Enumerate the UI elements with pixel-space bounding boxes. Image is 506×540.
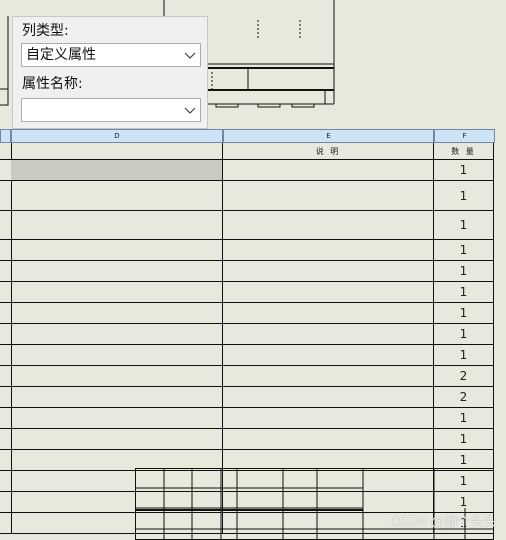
quantity-cell[interactable]: 1 — [434, 211, 494, 239]
table-cell[interactable] — [11, 240, 223, 260]
table-cell[interactable] — [11, 303, 223, 323]
table-cell[interactable] — [11, 450, 223, 470]
column-type-value: 自定义属性 — [26, 47, 96, 63]
table-cell[interactable] — [223, 408, 434, 428]
column-header-d[interactable]: D — [11, 129, 223, 143]
quantity-header[interactable]: 数 量 — [434, 143, 494, 159]
table-row[interactable]: 2 — [0, 366, 494, 387]
column-type-select[interactable]: 自定义属性 — [21, 43, 201, 67]
table-cell[interactable] — [223, 366, 434, 386]
quantity-cell[interactable]: 1 — [434, 303, 494, 323]
quantity-cell[interactable]: 2 — [434, 387, 494, 407]
quantity-cell[interactable]: 1 — [434, 345, 494, 365]
table-row[interactable]: 1 — [0, 345, 494, 366]
quantity-cell[interactable]: 1 — [434, 261, 494, 281]
column-header-c[interactable] — [0, 129, 11, 143]
table-cell[interactable] — [11, 387, 223, 407]
table-row[interactable]: 1 — [0, 408, 494, 429]
table-cell[interactable] — [223, 181, 434, 210]
table-cell[interactable] — [11, 282, 223, 302]
table-cell[interactable] — [11, 345, 223, 365]
column-header-e[interactable]: E — [223, 129, 434, 143]
table-row[interactable]: 1 — [0, 240, 494, 261]
property-name-select[interactable] — [21, 98, 201, 122]
table-row[interactable]: 2 — [0, 387, 494, 408]
table-row[interactable]: 1 — [0, 261, 494, 282]
table-cell[interactable] — [223, 324, 434, 344]
property-name-label: 属性名称: — [22, 76, 83, 92]
table-cell[interactable] — [223, 282, 434, 302]
quantity-cell[interactable]: 1 — [434, 324, 494, 344]
table-cell[interactable] — [223, 429, 434, 449]
quantity-cell[interactable]: 1 — [434, 181, 494, 210]
quantity-cell[interactable]: 1 — [434, 450, 494, 470]
table-cell[interactable] — [11, 143, 223, 159]
table-cell[interactable] — [223, 160, 434, 180]
table-cell[interactable] — [11, 261, 223, 281]
table-cell[interactable] — [11, 429, 223, 449]
quantity-cell[interactable]: 1 — [434, 240, 494, 260]
quantity-cell[interactable]: 1 — [434, 160, 494, 180]
table-row[interactable]: 1 — [0, 160, 494, 181]
column-property-panel: 列类型: 自定义属性 属性名称: — [12, 16, 208, 129]
quantity-cell[interactable]: 1 — [434, 429, 494, 449]
quantity-cell[interactable]: 2 — [434, 366, 494, 386]
sheet-canvas: D E F 说 明数 量11111111122111111 列类型: 自定义属性 — [0, 0, 506, 540]
watermark: CSDN @烟个头头 — [389, 515, 496, 530]
table-row[interactable]: 1 — [0, 282, 494, 303]
table-cell[interactable] — [223, 240, 434, 260]
table-cell[interactable] — [11, 160, 223, 180]
table-cell[interactable] — [11, 181, 223, 210]
table-cell[interactable] — [11, 408, 223, 428]
quantity-cell[interactable]: 1 — [434, 282, 494, 302]
table-cell[interactable] — [223, 211, 434, 239]
table-cell[interactable] — [223, 387, 434, 407]
table-cell[interactable] — [223, 345, 434, 365]
table-row[interactable]: 1 — [0, 429, 494, 450]
table-row[interactable]: 1 — [0, 211, 494, 240]
chevron-down-icon — [184, 52, 196, 59]
column-type-label: 列类型: — [22, 23, 69, 39]
column-header-f[interactable]: F — [434, 129, 495, 143]
table-cell[interactable] — [11, 211, 223, 239]
table-cell[interactable] — [223, 303, 434, 323]
description-header[interactable]: 说 明 — [223, 143, 434, 159]
quantity-cell[interactable]: 1 — [434, 408, 494, 428]
table-cell[interactable] — [223, 261, 434, 281]
table-row[interactable]: 1 — [0, 324, 494, 345]
table-cell[interactable] — [223, 450, 434, 470]
table-cell[interactable] — [11, 324, 223, 344]
table-row[interactable]: 1 — [0, 303, 494, 324]
table-header-row: 说 明数 量 — [0, 143, 494, 160]
table-row[interactable]: 1 — [0, 181, 494, 211]
table-cell[interactable] — [11, 366, 223, 386]
chevron-down-icon — [184, 107, 196, 114]
